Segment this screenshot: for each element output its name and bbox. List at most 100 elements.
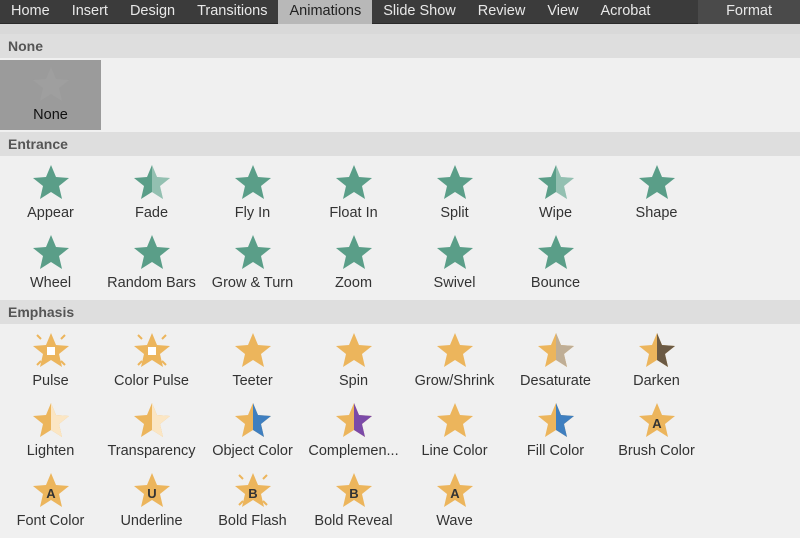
- tab-acrobat[interactable]: Acrobat: [589, 0, 661, 24]
- animation-brush-color[interactable]: A Brush Color: [606, 396, 707, 466]
- fade-icon: [133, 165, 170, 199]
- animation-label: Bold Flash: [218, 513, 287, 529]
- wheel-icon: [32, 235, 69, 269]
- tab-view[interactable]: View: [536, 0, 589, 24]
- animation-label: Spin: [338, 373, 369, 389]
- animation-label: Color Pulse: [114, 373, 189, 389]
- animation-label: Appear: [27, 205, 74, 221]
- animation-label: Object Color: [212, 443, 293, 459]
- section-header-emphasis: Emphasis: [0, 300, 800, 324]
- wave-icon: A: [436, 473, 473, 507]
- zoom-icon: [335, 235, 372, 269]
- animation-color-pulse[interactable]: Color Pulse: [101, 326, 202, 396]
- animation-label: Fly In: [234, 205, 271, 221]
- animation-spin[interactable]: Spin: [303, 326, 404, 396]
- desaturate-icon: [537, 333, 574, 367]
- wipe-icon: [537, 165, 574, 199]
- animation-bold-reveal[interactable]: B Bold Reveal: [303, 466, 404, 536]
- split-icon: [436, 165, 473, 199]
- svg-text:B: B: [248, 486, 257, 501]
- animation-transparency[interactable]: Transparency: [101, 396, 202, 466]
- appear-icon: [32, 165, 69, 199]
- grow-shrink-icon: [436, 333, 473, 367]
- tab-insert[interactable]: Insert: [61, 0, 119, 24]
- animation-label: Float In: [329, 205, 378, 221]
- animation-label: Underline: [120, 513, 183, 529]
- animation-bold-flash[interactable]: B Bold Flash: [202, 466, 303, 536]
- animation-lighten[interactable]: Lighten: [0, 396, 101, 466]
- animation-shape[interactable]: Shape: [606, 158, 707, 228]
- animation-label: None: [33, 107, 68, 123]
- animation-gallery: None None Entrance Appear Fade Fly In Float In…: [0, 24, 800, 538]
- animation-label: Grow & Turn: [211, 275, 294, 291]
- animation-label: Complemen...: [308, 443, 399, 459]
- animation-desaturate[interactable]: Desaturate: [505, 326, 606, 396]
- animation-label: Transparency: [107, 443, 196, 459]
- animation-wipe[interactable]: Wipe: [505, 158, 606, 228]
- fill-color-icon: [537, 403, 574, 437]
- animation-pulse[interactable]: Pulse: [0, 326, 101, 396]
- animation-label: Font Color: [16, 513, 85, 529]
- object-color-icon: [234, 403, 271, 437]
- animation-fly-in[interactable]: Fly In: [202, 158, 303, 228]
- animation-object-color[interactable]: Object Color: [202, 396, 303, 466]
- tab-home[interactable]: Home: [0, 0, 61, 24]
- animation-label: Wheel: [29, 275, 72, 291]
- bounce-icon: [537, 235, 574, 269]
- tab-slide-show[interactable]: Slide Show: [372, 0, 467, 24]
- animation-wave[interactable]: A Wave: [404, 466, 505, 536]
- animation-grow-shrink[interactable]: Grow/Shrink: [404, 326, 505, 396]
- darken-icon: [638, 333, 675, 367]
- color-pulse-icon: [133, 333, 170, 367]
- animation-line-color[interactable]: Line Color: [404, 396, 505, 466]
- ribbon-tabs: Home Insert Design Transitions Animations Sli…: [0, 0, 800, 24]
- bold-flash-icon: B: [234, 473, 271, 507]
- section-header-none: None: [0, 34, 800, 58]
- animation-split[interactable]: Split: [404, 158, 505, 228]
- complementary-color-icon: [335, 403, 372, 437]
- animation-star-outline[interactable]: None: [0, 60, 101, 130]
- animation-teeter[interactable]: Teeter: [202, 326, 303, 396]
- tab-design[interactable]: Design: [119, 0, 186, 24]
- section-grid-entrance: Appear Fade Fly In Float In Split Wipe Shape Wh…: [0, 156, 800, 300]
- section-grid-none: None: [0, 58, 800, 132]
- animation-label: Bounce: [530, 275, 581, 291]
- animation-fill-color[interactable]: Fill Color: [505, 396, 606, 466]
- tab-review[interactable]: Review: [467, 0, 537, 24]
- svg-text:A: A: [450, 486, 460, 501]
- animation-bounce[interactable]: Bounce: [505, 228, 606, 298]
- animation-appear[interactable]: Appear: [0, 158, 101, 228]
- section-grid-emphasis: Pulse Color Pulse Teeter Spin Grow/Shrink Des…: [0, 324, 800, 538]
- section-header-entrance: Entrance: [0, 132, 800, 156]
- teeter-icon: [234, 333, 271, 367]
- animation-underline[interactable]: U Underline: [101, 466, 202, 536]
- svg-text:A: A: [652, 416, 662, 431]
- tab-format[interactable]: Format: [698, 0, 800, 24]
- animation-label: Fill Color: [526, 443, 585, 459]
- animation-complementary-color[interactable]: Complemen...: [303, 396, 404, 466]
- svg-text:B: B: [349, 486, 358, 501]
- animation-font-color[interactable]: A Font Color: [0, 466, 101, 536]
- animation-wheel[interactable]: Wheel: [0, 228, 101, 298]
- star-outline-icon: [32, 67, 69, 101]
- lighten-icon: [32, 403, 69, 437]
- brush-color-icon: A: [638, 403, 675, 437]
- animation-label: Split: [440, 205, 469, 221]
- animation-label: Lighten: [26, 443, 75, 459]
- animation-swivel[interactable]: Swivel: [404, 228, 505, 298]
- tab-animations[interactable]: Animations: [278, 0, 373, 24]
- svg-text:A: A: [46, 486, 56, 501]
- animation-fade[interactable]: Fade: [101, 158, 202, 228]
- animation-darken[interactable]: Darken: [606, 326, 707, 396]
- animation-label: Zoom: [334, 275, 373, 291]
- animation-zoom[interactable]: Zoom: [303, 228, 404, 298]
- animation-random-bars[interactable]: Random Bars: [101, 228, 202, 298]
- animation-label: Bold Reveal: [314, 513, 393, 529]
- animation-label: Brush Color: [618, 443, 695, 459]
- animation-label: Darken: [633, 373, 680, 389]
- tab-transitions[interactable]: Transitions: [186, 0, 278, 24]
- animation-label: Fade: [134, 205, 169, 221]
- animation-label: Swivel: [433, 275, 476, 291]
- animation-grow-turn[interactable]: Grow & Turn: [202, 228, 303, 298]
- animation-float-in[interactable]: Float In: [303, 158, 404, 228]
